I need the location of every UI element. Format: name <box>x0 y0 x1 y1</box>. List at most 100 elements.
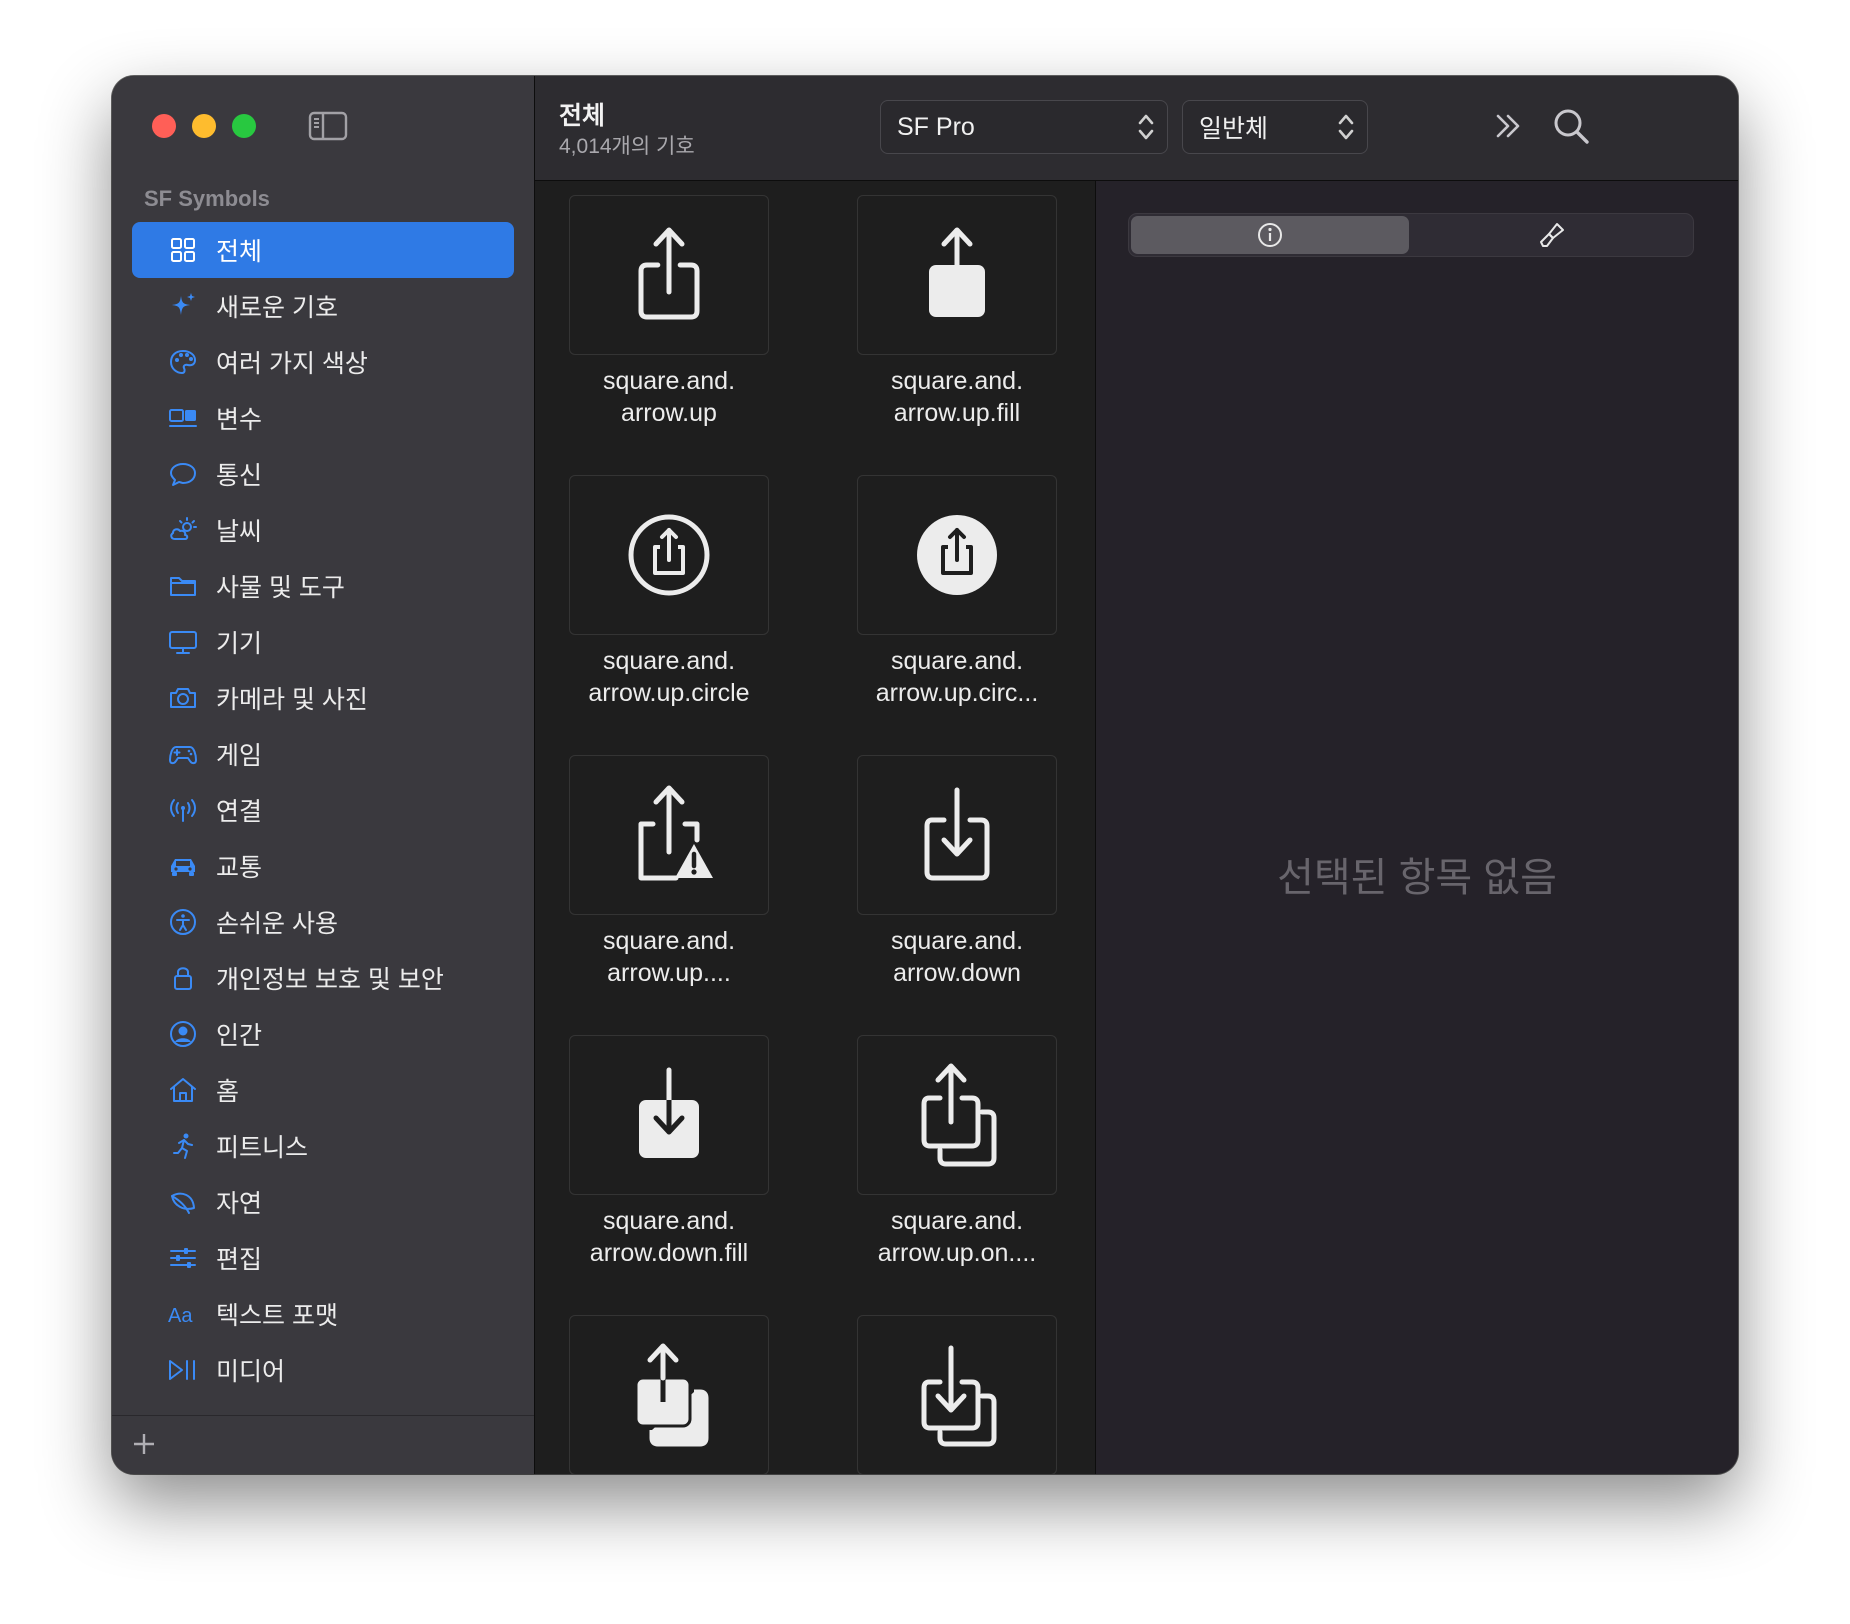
sidebar-item-label: 변수 <box>216 406 263 434</box>
font-popup[interactable]: SF Pro <box>880 100 1168 154</box>
symbol-tile[interactable] <box>569 1315 769 1474</box>
sidebar-item-label: 개인정보 보호 및 보안 <box>216 966 444 994</box>
symbol-tile[interactable]: square.and. arrow.down.fill <box>569 1035 769 1315</box>
square-and-arrow-up-circle-fill-icon <box>917 515 997 595</box>
sidebar-toggle-button[interactable] <box>308 110 348 142</box>
sidebar-item[interactable]: 인간 <box>132 1006 514 1062</box>
symbol-tile[interactable]: square.and. arrow.up <box>569 195 769 475</box>
person-circle-icon <box>166 1017 200 1051</box>
sidebar: SF Symbols 전체새로운 기호여러 가지 색상변수통신날씨사물 및 도구… <box>112 76 535 1474</box>
sidebar-item[interactable]: 피트니스 <box>132 1118 514 1174</box>
symbol-preview[interactable] <box>569 475 769 635</box>
symbol-name: square.and. arrow.down <box>890 927 1024 987</box>
sidebar-item[interactable]: 변수 <box>132 390 514 446</box>
sidebar-item-label: 카메라 및 사진 <box>216 686 368 714</box>
sidebar-item[interactable]: 개인정보 보호 및 보안 <box>132 950 514 1006</box>
symbol-preview[interactable] <box>857 1035 1057 1195</box>
weight-popup[interactable]: 일반체 <box>1182 100 1368 154</box>
sidebar-item-label: 편집 <box>216 1246 263 1274</box>
zoom-window-button[interactable] <box>232 114 256 138</box>
sidebar-item-label: 전체 <box>216 238 263 266</box>
accessibility-icon <box>166 905 200 939</box>
sidebar-item-label: 여러 가지 색상 <box>216 350 368 378</box>
sidebar-item[interactable]: 여러 가지 색상 <box>132 334 514 390</box>
folder-icon <box>166 569 200 603</box>
svg-text:Aa: Aa <box>168 1305 193 1327</box>
cloud-sun-icon <box>166 513 200 547</box>
symbol-tile[interactable]: square.and. arrow.down <box>857 755 1057 1035</box>
symbol-preview[interactable] <box>857 1315 1057 1474</box>
sidebar-left-icon <box>308 111 348 141</box>
square-and-arrow-down-fill-icon <box>639 1067 699 1158</box>
sidebar-item[interactable]: 기기 <box>132 614 514 670</box>
inspector-panel: 선택된 항목 없음 <box>1096 181 1738 1474</box>
info-tab[interactable] <box>1131 216 1409 254</box>
textformat-icon: Aa <box>166 1297 200 1331</box>
symbol-name: square.and. arrow.down.fill <box>589 1207 749 1267</box>
camera-icon <box>166 681 200 715</box>
sidebar-item[interactable]: 전체 <box>132 222 514 278</box>
toolbar: 전체 4,014개의 기호 SF Pro 일반체 <box>535 76 1738 181</box>
sidebar-item-label: 통신 <box>216 462 263 490</box>
house-icon <box>166 1073 200 1107</box>
sidebar-item-label: 기기 <box>216 630 263 658</box>
message-bubble-icon <box>166 457 200 491</box>
symbol-name: square.and. arrow.up.circ... <box>875 647 1039 707</box>
sidebar-item-label: 사물 및 도구 <box>216 574 345 602</box>
sidebar-item[interactable]: 날씨 <box>132 502 514 558</box>
close-window-button[interactable] <box>152 114 176 138</box>
sf-symbols-window: SF Symbols 전체새로운 기호여러 가지 색상변수통신날씨사물 및 도구… <box>112 76 1738 1474</box>
plus-icon <box>134 1434 154 1454</box>
info-circle-icon <box>1258 223 1282 247</box>
sidebar-item-label: 자연 <box>216 1190 263 1218</box>
sidebar-item-label: 미디어 <box>216 1358 286 1386</box>
sidebar-item[interactable]: 통신 <box>132 446 514 502</box>
sidebar-item[interactable]: 손쉬운 사용 <box>132 894 514 950</box>
symbol-preview[interactable] <box>857 475 1057 635</box>
sidebar-item-label: 텍스트 포맷 <box>216 1302 338 1330</box>
symbol-tile[interactable] <box>857 1315 1057 1474</box>
symbol-tile[interactable]: square.and. arrow.up.circle <box>569 475 769 755</box>
symbol-preview[interactable] <box>569 755 769 915</box>
square-and-arrow-up-fill-icon <box>929 227 985 317</box>
sidebar-item[interactable]: 게임 <box>132 726 514 782</box>
symbol-preview[interactable] <box>569 1315 769 1474</box>
sidebar-item[interactable]: 교통 <box>132 838 514 894</box>
sidebar-item-label: 교통 <box>216 854 263 882</box>
sidebar-item[interactable]: 카메라 및 사진 <box>132 670 514 726</box>
symbol-preview[interactable] <box>569 1035 769 1195</box>
search-icon[interactable] <box>1551 106 1591 146</box>
category-list: 전체새로운 기호여러 가지 색상변수통신날씨사물 및 도구기기카메라 및 사진게… <box>132 222 514 1398</box>
symbol-preview[interactable] <box>857 195 1057 355</box>
symbol-name: square.and. arrow.up.on.... <box>877 1207 1037 1267</box>
symbol-preview[interactable] <box>569 195 769 355</box>
weight-popup-value: 일반체 <box>1199 115 1269 143</box>
symbol-tile[interactable]: square.and. arrow.up.on.... <box>857 1035 1057 1315</box>
chevron-double-right-icon[interactable] <box>1489 106 1529 146</box>
sidebar-item[interactable]: 미디어 <box>132 1342 514 1398</box>
symbol-tile[interactable]: square.and. arrow.up.circ... <box>857 475 1057 755</box>
sidebar-item[interactable]: 새로운 기호 <box>132 278 514 334</box>
page-title: 전체 <box>559 102 606 130</box>
minimize-window-button[interactable] <box>192 114 216 138</box>
sidebar-item[interactable]: 사물 및 도구 <box>132 558 514 614</box>
sidebar-item-label: 게임 <box>216 742 263 770</box>
symbol-preview[interactable] <box>857 755 1057 915</box>
paintbrush-icon <box>1540 223 1564 247</box>
sidebar-item[interactable]: 자연 <box>132 1174 514 1230</box>
symbol-tile[interactable]: square.and. arrow.up.fill <box>857 195 1057 475</box>
antenna-icon <box>166 793 200 827</box>
add-collection-button[interactable] <box>128 1428 160 1460</box>
sidebar-section-title: SF Symbols <box>144 186 270 211</box>
sidebar-item[interactable]: 홈 <box>132 1062 514 1118</box>
font-popup-value: SF Pro <box>897 112 975 141</box>
paintbrush-tab[interactable] <box>1413 216 1691 254</box>
sidebar-item[interactable]: 편집 <box>132 1230 514 1286</box>
symbol-name: square.and. arrow.up.circle <box>588 647 750 707</box>
symbol-count: 4,014개의 기호 <box>559 135 695 158</box>
sidebar-item[interactable]: Aa 텍스트 포맷 <box>132 1286 514 1342</box>
sidebar-item[interactable]: 연결 <box>132 782 514 838</box>
display-icon <box>166 625 200 659</box>
symbol-tile[interactable]: square.and. arrow.up.... <box>569 755 769 1035</box>
square-and-arrow-up-trianglebadge-icon <box>638 785 713 881</box>
